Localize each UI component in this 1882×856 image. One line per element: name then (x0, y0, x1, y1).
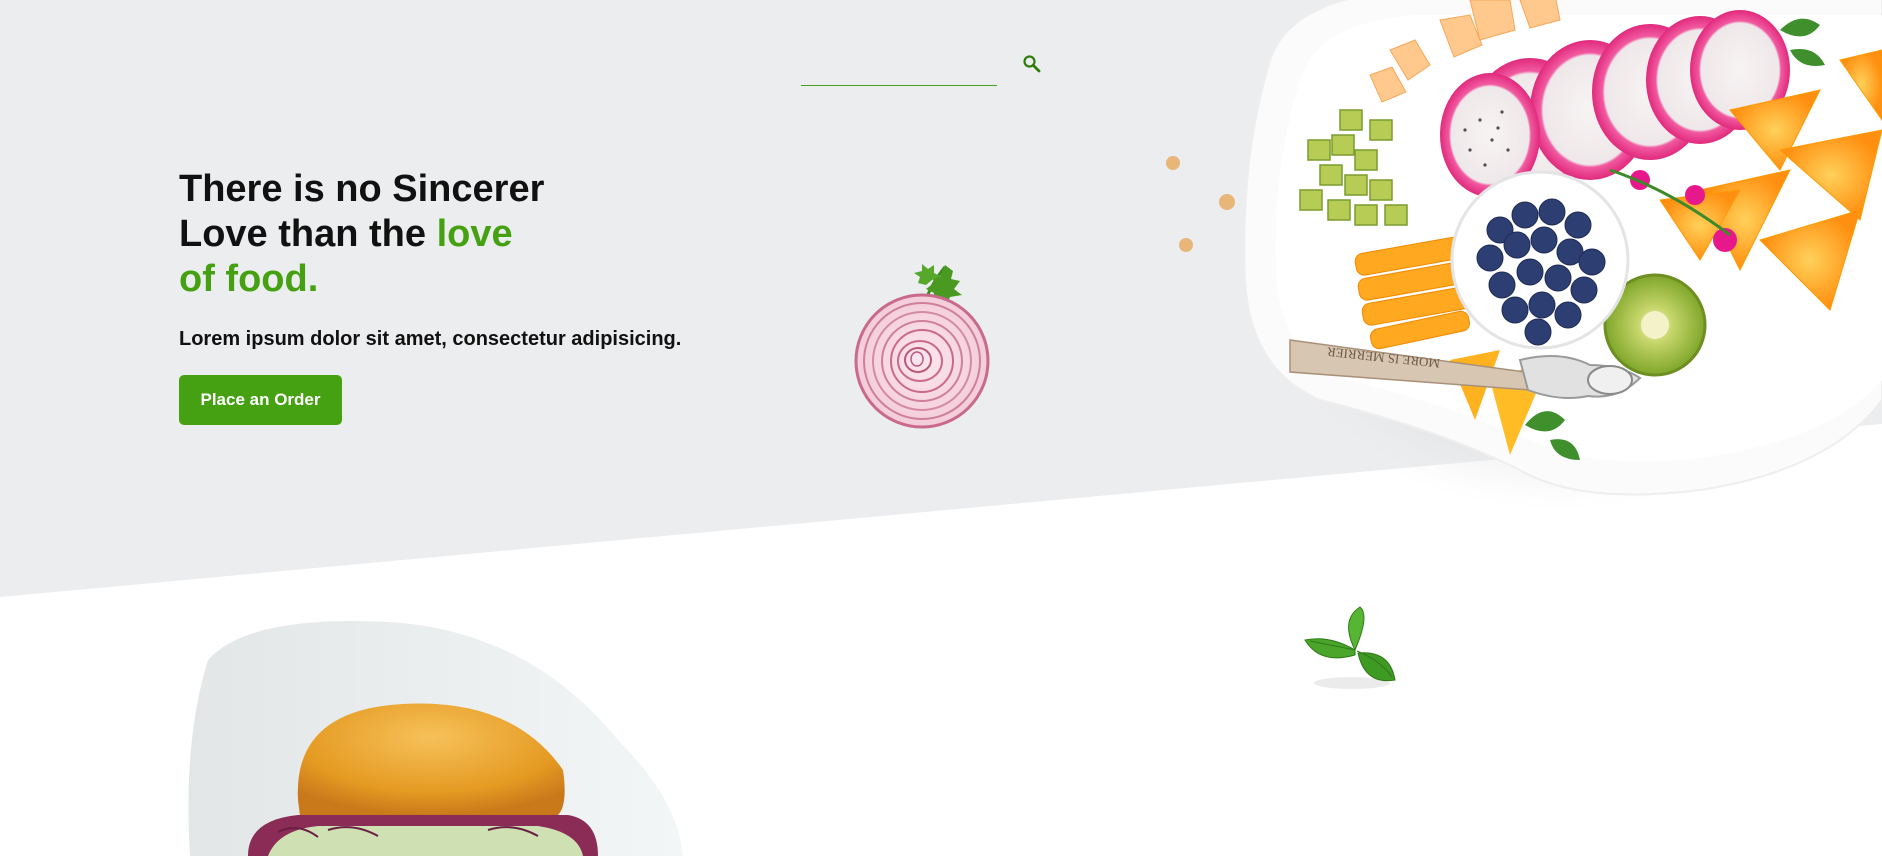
hero-title-accent-food: of food. (179, 258, 319, 300)
search-input[interactable] (801, 52, 997, 86)
landing-page: There is no Sincerer Love than the love … (0, 0, 1882, 856)
burger-image (188, 621, 683, 856)
search-button[interactable] (1017, 50, 1047, 80)
basil-leaf-image (1304, 606, 1396, 689)
hero-subtitle: Lorem ipsum dolor sit amet, consectetur … (179, 328, 682, 350)
hero-title: There is no Sincerer Love than the love … (179, 167, 739, 302)
fruit-platter-image: MORE IS MERRIER (1166, 0, 1882, 510)
hero-title-line1: There is no Sincerer (179, 168, 545, 210)
onion-slice-image (854, 264, 990, 429)
search-icon (1023, 54, 1041, 72)
search-bar (801, 44, 1041, 88)
hero-title-accent-love: love (436, 213, 513, 255)
place-order-button[interactable]: Place an Order (179, 375, 342, 425)
hero-title-line2: Love than the (179, 213, 437, 255)
